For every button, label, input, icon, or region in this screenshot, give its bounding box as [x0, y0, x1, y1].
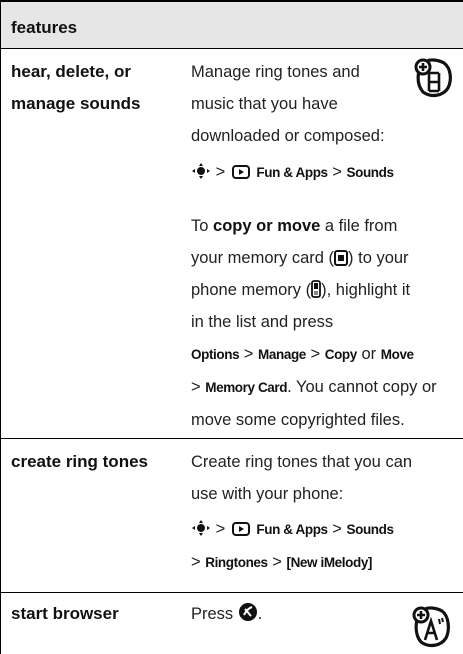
nav-key-icon: [191, 163, 211, 179]
text: ), highlight it: [321, 281, 411, 299]
desc-line: downloaded or composed:: [191, 127, 385, 145]
text: or: [361, 345, 377, 363]
text: .: [257, 605, 263, 623]
path-separator: >: [191, 378, 201, 396]
row-divider: [1, 48, 463, 49]
feature-hear-delete-manage: hear, delete, or manage sounds: [11, 62, 141, 113]
fun-apps-icon: [231, 165, 250, 179]
text: your memory card (: [191, 249, 335, 267]
row2-menu-path: > Fun & Apps > Sounds > Ringtones > [New…: [191, 513, 461, 579]
feature-start-browser: start browser: [11, 604, 119, 623]
desc-line: Manage ring tones and: [191, 63, 360, 81]
desc-line: your memory card ( ) to your: [191, 242, 461, 274]
menu-sounds: Sounds: [346, 522, 395, 537]
text: ) to your: [348, 249, 409, 267]
path-separator: >: [310, 345, 321, 363]
path-separator: >: [243, 345, 254, 363]
table-header: features: [1, 0, 463, 48]
path-separator: >: [272, 553, 282, 571]
browser-feature-icon: [412, 606, 450, 648]
text: phone memory (: [191, 281, 312, 299]
key-memory-card: Memory Card: [205, 380, 288, 395]
menu-new-imelody: [New iMelody]: [286, 555, 373, 570]
desc-line: > Memory Card. You cannot copy or: [191, 371, 461, 404]
text: . You cannot copy or: [287, 378, 437, 396]
features-table: features hear, delete, or manage sounds …: [0, 0, 463, 654]
row1-copy-instructions: To copy or move a file from your memory …: [191, 210, 461, 436]
copy-or-move-emphasis: copy or move: [213, 217, 321, 235]
text: Press: [191, 605, 234, 623]
key-options: Options: [191, 347, 240, 362]
row1-menu-path: > Fun & Apps > Sounds: [191, 156, 461, 189]
feature-create-ring-tones: create ring tones: [11, 452, 148, 471]
row-divider: [1, 592, 463, 593]
text: To: [191, 217, 214, 235]
row1-description: Manage ring tones and music that you hav…: [191, 56, 461, 152]
desc-line: in the list and press: [191, 313, 334, 331]
desc-line: > Fun & Apps > Sounds: [191, 513, 461, 546]
desc-line: Create ring tones that you can: [191, 453, 413, 471]
fun-apps-icon: [231, 522, 250, 536]
row2-description: Create ring tones that you can use with …: [191, 446, 461, 510]
menu-fun-apps: Fun & Apps: [256, 522, 328, 537]
key-copy: Copy: [324, 347, 358, 362]
menu-fun-apps: Fun & Apps: [256, 165, 328, 180]
nav-key-icon: [191, 520, 211, 536]
path-separator: >: [332, 520, 342, 538]
header-label: features: [11, 18, 78, 37]
menu-ringtones: Ringtones: [205, 555, 268, 570]
path-separator: >: [191, 553, 201, 571]
text: a file from: [320, 217, 398, 235]
desc-line: move some copyrighted files.: [191, 411, 405, 429]
desc-line: music that you have: [191, 95, 338, 113]
memory-card-icon: [334, 250, 349, 266]
path-separator: >: [215, 163, 226, 181]
key-manage: Manage: [258, 347, 306, 362]
desc-line: To copy or move a file from: [191, 210, 461, 242]
desc-line: phone memory ( ), highlight it: [191, 274, 461, 306]
browser-key-icon: [238, 603, 257, 621]
phone-memory-icon: [311, 280, 322, 298]
key-move: Move: [380, 347, 414, 362]
path-separator: >: [215, 520, 226, 538]
path-separator: >: [332, 163, 342, 181]
desc-line: use with your phone:: [191, 485, 344, 503]
menu-sounds: Sounds: [346, 165, 395, 180]
desc-line: Options > Manage > Copy or Move: [191, 338, 461, 371]
row-divider: [1, 438, 463, 439]
desc-line: > Ringtones > [New iMelody]: [191, 546, 461, 579]
